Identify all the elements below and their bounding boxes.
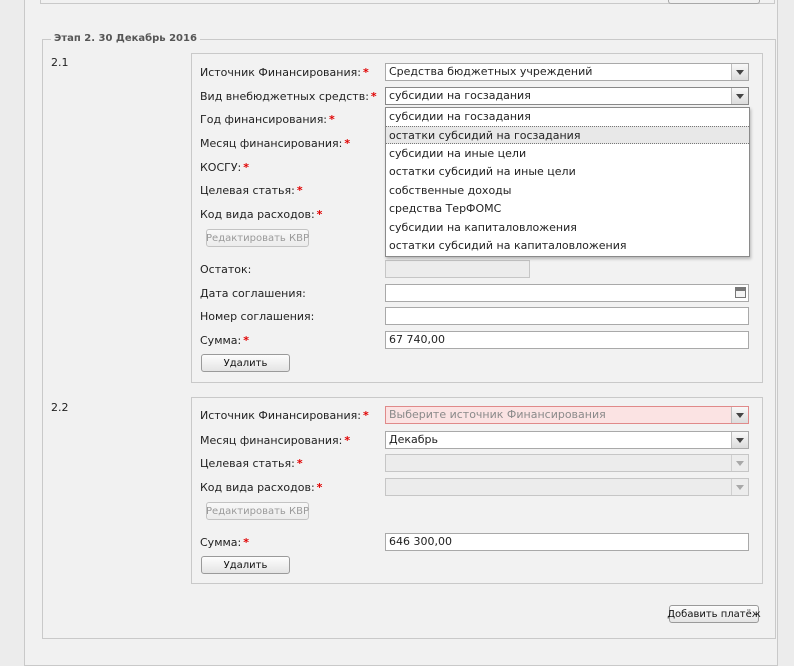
source-label: Источник Финансирования: * — [200, 66, 369, 79]
kosgu-label-text: КОСГУ: — [200, 161, 242, 174]
sum-field[interactable]: 67 740,00 — [385, 331, 749, 349]
edit-kvr-button[interactable]: Редактировать КВР — [206, 502, 309, 520]
remainder-label: Остаток: — [200, 263, 252, 276]
extra-type-dropdown[interactable]: субсидии на госзадания остатки субсидий … — [385, 107, 750, 257]
dropdown-option[interactable]: средства ТерФОМС — [386, 200, 749, 218]
required-mark: * — [370, 90, 377, 103]
source-select-placeholder: Выберите источник Финансирования — [389, 408, 606, 421]
agreement-number-label: Номер соглашения: — [200, 310, 315, 323]
required-mark: * — [296, 184, 303, 197]
extra-type-label: Вид внебюджетных средств: * — [200, 90, 377, 103]
calendar-icon[interactable] — [735, 287, 746, 298]
chevron-down-icon[interactable] — [731, 407, 748, 423]
source-label: Источник Финансирования: * — [200, 409, 369, 422]
sum-label: Сумма: * — [200, 334, 249, 347]
remainder-field — [385, 260, 530, 278]
add-payment-button[interactable]: Добавить платёж — [667, 605, 761, 623]
required-mark: * — [243, 536, 249, 549]
chevron-down-icon[interactable] — [731, 88, 748, 104]
source-select-value: Средства бюджетных учреждений — [389, 65, 593, 78]
agreement-date-label: Дата соглашения: — [200, 287, 306, 300]
extra-type-select-value: субсидии на госзадания — [389, 89, 531, 102]
required-mark: * — [329, 113, 335, 126]
required-mark: * — [243, 334, 249, 347]
month-select-value: Декабрь — [389, 433, 438, 446]
dropdown-option[interactable]: остатки субсидий на иные цели — [386, 163, 749, 181]
sum-label: Сумма: * — [200, 536, 249, 549]
expense-code-select — [385, 478, 749, 496]
chevron-down-icon[interactable] — [731, 64, 748, 80]
dropdown-option[interactable]: субсидии на госзадания — [386, 108, 749, 126]
agreement-date-field[interactable] — [385, 284, 749, 302]
month-label: Месяц финансирования: * — [200, 137, 350, 150]
required-mark: * — [243, 161, 250, 174]
stage-title: Этап 2. 30 Декабрь 2016 — [51, 33, 200, 44]
group-number-2-1: 2.1 — [51, 56, 69, 69]
target-label-text: Целевая статья: — [200, 457, 295, 470]
required-mark: * — [316, 208, 323, 221]
dropdown-option-highlighted[interactable]: остатки субсидий на госзадания — [386, 126, 749, 144]
dropdown-option[interactable]: остатки субсидий на капиталовложения — [386, 237, 749, 255]
dropdown-option[interactable]: собственные доходы — [386, 182, 749, 200]
chevron-down-icon[interactable] — [731, 432, 748, 448]
chevron-down-icon — [731, 455, 748, 471]
required-mark: * — [362, 66, 369, 79]
source-select[interactable]: Средства бюджетных учреждений — [385, 63, 749, 81]
delete-button[interactable]: Удалить — [201, 354, 290, 372]
required-mark: * — [316, 481, 323, 494]
year-label: Год финансирования: * — [200, 113, 335, 126]
expense-code-label-text: Код вида расходов: — [200, 208, 315, 221]
source-label-text: Источник Финансирования: — [200, 409, 361, 422]
target-label-text: Целевая статья: — [200, 184, 295, 197]
required-mark: * — [344, 137, 351, 150]
expense-code-label-text: Код вида расходов: — [200, 481, 315, 494]
chevron-down-icon — [731, 479, 748, 495]
sum-label-text: Сумма: — [200, 536, 242, 549]
target-label: Целевая статья: * — [200, 184, 303, 197]
month-select[interactable]: Декабрь — [385, 431, 749, 449]
target-label: Целевая статья: * — [200, 457, 303, 470]
delete-button[interactable]: Удалить — [201, 556, 290, 574]
agreement-number-field[interactable] — [385, 307, 749, 325]
previous-stage-button[interactable] — [668, 0, 760, 4]
expense-code-label: Код вида расходов: * — [200, 208, 322, 221]
kosgu-label: КОСГУ: * — [200, 161, 249, 174]
required-mark: * — [296, 457, 303, 470]
sum-label-text: Сумма: — [200, 334, 242, 347]
sum-field[interactable]: 646 300,00 — [385, 533, 749, 551]
edit-kvr-button[interactable]: Редактировать КВР — [206, 229, 309, 247]
source-label-text: Источник Финансирования: — [200, 66, 361, 79]
extra-type-label-text: Вид внебюджетных средств: — [200, 90, 369, 103]
extra-type-select[interactable]: субсидии на госзадания — [385, 87, 749, 105]
required-mark: * — [344, 434, 351, 447]
source-select[interactable]: Выберите источник Финансирования — [385, 406, 749, 424]
group-number-2-2: 2.2 — [51, 401, 69, 414]
month-label-text: Месяц финансирования: — [200, 137, 343, 150]
dropdown-option[interactable]: субсидии на капиталовложения — [386, 219, 749, 237]
required-mark: * — [362, 409, 369, 422]
month-label-text: Месяц финансирования: — [200, 434, 343, 447]
previous-stage-box — [40, 0, 775, 4]
year-label-text: Год финансирования: — [200, 113, 328, 126]
dropdown-option[interactable]: субсидии на иные цели — [386, 145, 749, 163]
target-select — [385, 454, 749, 472]
month-label: Месяц финансирования: * — [200, 434, 350, 447]
expense-code-label: Код вида расходов: * — [200, 481, 322, 494]
